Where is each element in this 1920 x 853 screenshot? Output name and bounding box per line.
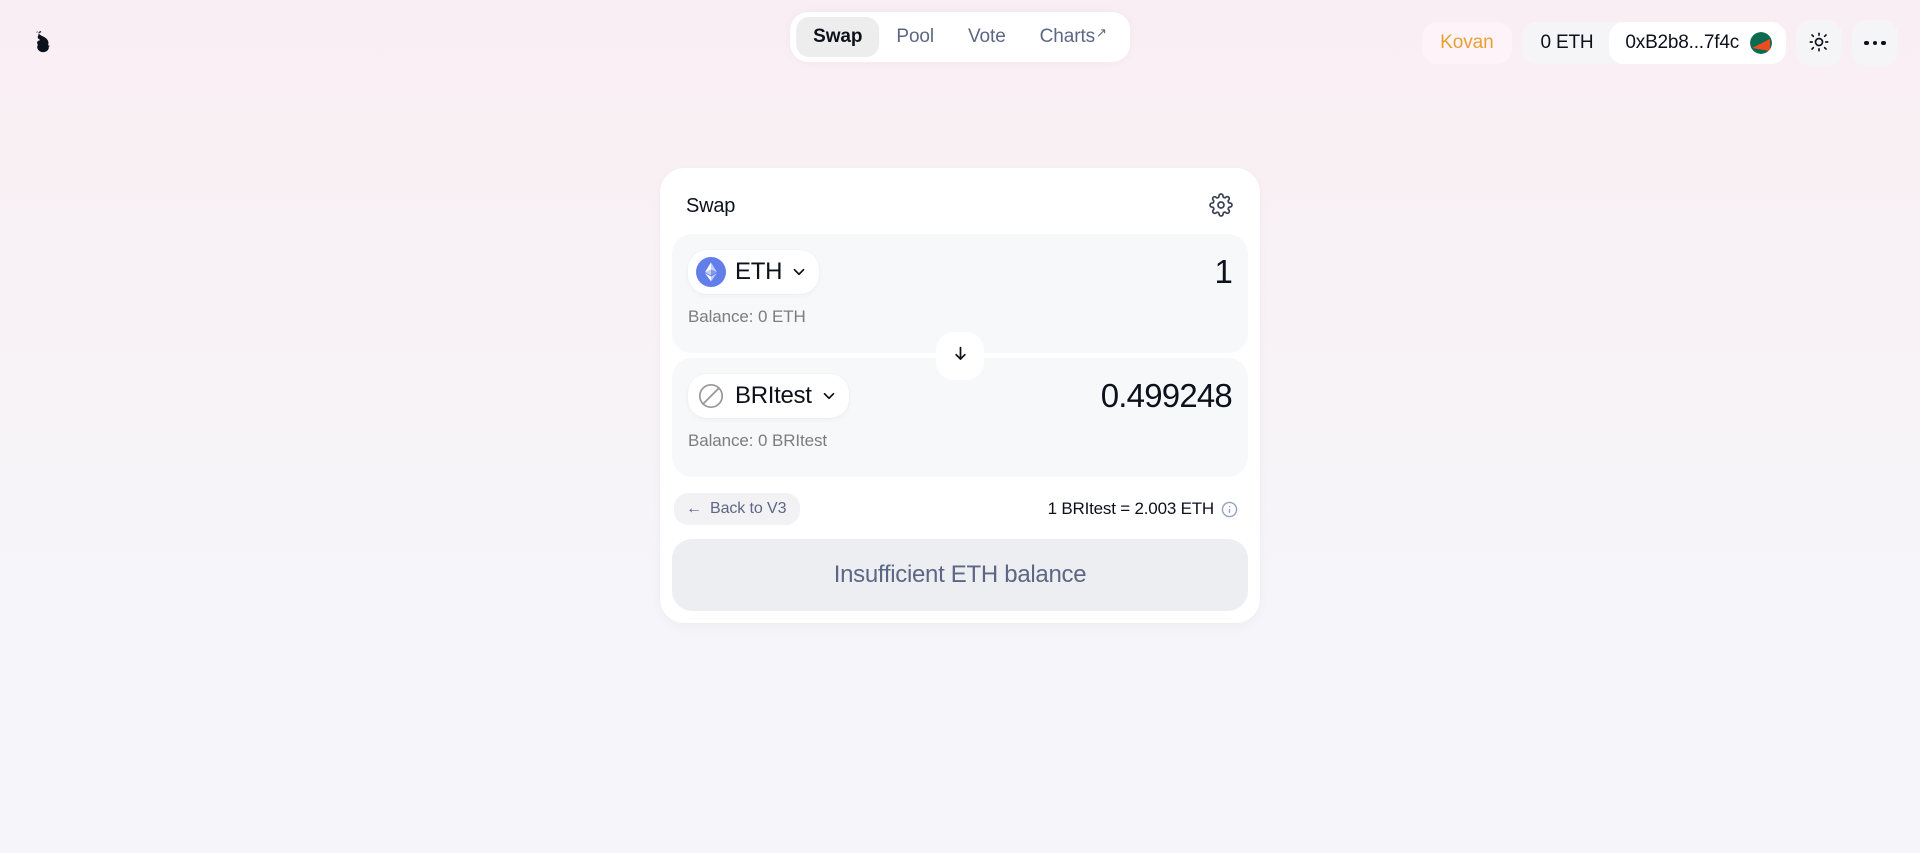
network-selector[interactable]: Kovan [1422, 22, 1512, 64]
tab-vote[interactable]: Vote [951, 17, 1023, 57]
to-balance-label: Balance: 0 BRItest [688, 431, 827, 450]
tab-charts[interactable]: Charts ↗ [1023, 17, 1124, 57]
more-menu-button[interactable] [1852, 20, 1898, 66]
tab-swap[interactable]: Swap [796, 17, 880, 57]
tab-charts-label: Charts [1039, 26, 1096, 47]
main-nav: Swap Pool Vote Charts ↗ [790, 12, 1130, 62]
from-token-symbol: ETH [735, 258, 783, 285]
swap-card: Swap ETH 1 Balance: 0 ETH BRItest 0.4992… [660, 168, 1260, 623]
tab-pool[interactable]: Pool [879, 17, 951, 57]
gear-icon [1209, 192, 1233, 220]
external-link-icon: ↗ [1096, 25, 1107, 40]
eth-balance-label: 0 ETH [1540, 32, 1594, 53]
to-amount-input[interactable]: 0.499248 [1101, 377, 1233, 414]
network-label: Kovan [1440, 32, 1494, 53]
swap-direction-toggle-button[interactable] [940, 335, 980, 376]
sun-icon [1809, 32, 1829, 55]
swap-price-row: ← Back to V3 1 BRItest = 2.003 ETH [672, 477, 1248, 539]
exchange-rate-label: 1 BRItest = 2.003 ETH [1047, 499, 1215, 518]
swap-action-button[interactable]: Insufficient ETH balance [672, 539, 1248, 611]
swap-action-label: Insufficient ETH balance [833, 561, 1087, 588]
swap-input-row-to: BRItest 0.499248 Balance: 0 BRItest [672, 358, 1248, 477]
back-to-v3-link[interactable]: ← Back to V3 [674, 493, 801, 525]
theme-toggle-button[interactable] [1796, 20, 1842, 66]
chevron-down-icon [790, 263, 808, 281]
account-address-label: 0xB2b8...7f4c [1625, 32, 1739, 53]
jazzicon-avatar [1750, 32, 1772, 54]
tab-vote-label: Vote [968, 26, 1006, 47]
from-balance-label: Balance: 0 ETH [688, 307, 806, 326]
from-amount-input[interactable]: 1 [1214, 253, 1232, 290]
swap-card-header: Swap [672, 178, 1248, 234]
arrow-left-icon: ← [686, 500, 702, 517]
to-row-top: BRItest 0.499248 [688, 374, 1233, 418]
from-token-selector[interactable]: ETH [688, 250, 820, 294]
swap-settings-button[interactable] [1207, 192, 1235, 220]
account-chip[interactable]: 0xB2b8...7f4c [1609, 22, 1786, 64]
swap-token-rows: ETH 1 Balance: 0 ETH BRItest 0.499248 Ba… [672, 234, 1248, 477]
swap-card-title: Swap [686, 194, 736, 217]
back-to-v3-label: Back to V3 [710, 500, 787, 517]
from-row-top: ETH 1 [688, 250, 1233, 294]
uniswap-logo-button[interactable] [18, 17, 70, 69]
more-horizontal-icon [1864, 40, 1886, 46]
to-token-selector[interactable]: BRItest [688, 374, 849, 418]
app-header: Swap Pool Vote Charts ↗ Kovan 0 ETH 0xB2… [0, 0, 1920, 86]
uniswap-unicorn-logo-icon [28, 25, 60, 62]
arrow-down-icon [951, 344, 970, 368]
tab-swap-label: Swap [813, 26, 863, 47]
chevron-down-icon [820, 387, 838, 405]
header-actions: Kovan 0 ETH 0xB2b8...7f4c [1422, 20, 1904, 66]
unknown-token-icon [696, 381, 726, 411]
ethereum-token-icon [696, 257, 726, 287]
info-circle-icon[interactable] [1221, 501, 1238, 518]
to-token-symbol: BRItest [735, 382, 812, 409]
account-group[interactable]: 0 ETH 0xB2b8...7f4c [1521, 22, 1786, 64]
tab-pool-label: Pool [896, 26, 935, 47]
exchange-rate[interactable]: 1 BRItest = 2.003 ETH [1048, 499, 1242, 519]
